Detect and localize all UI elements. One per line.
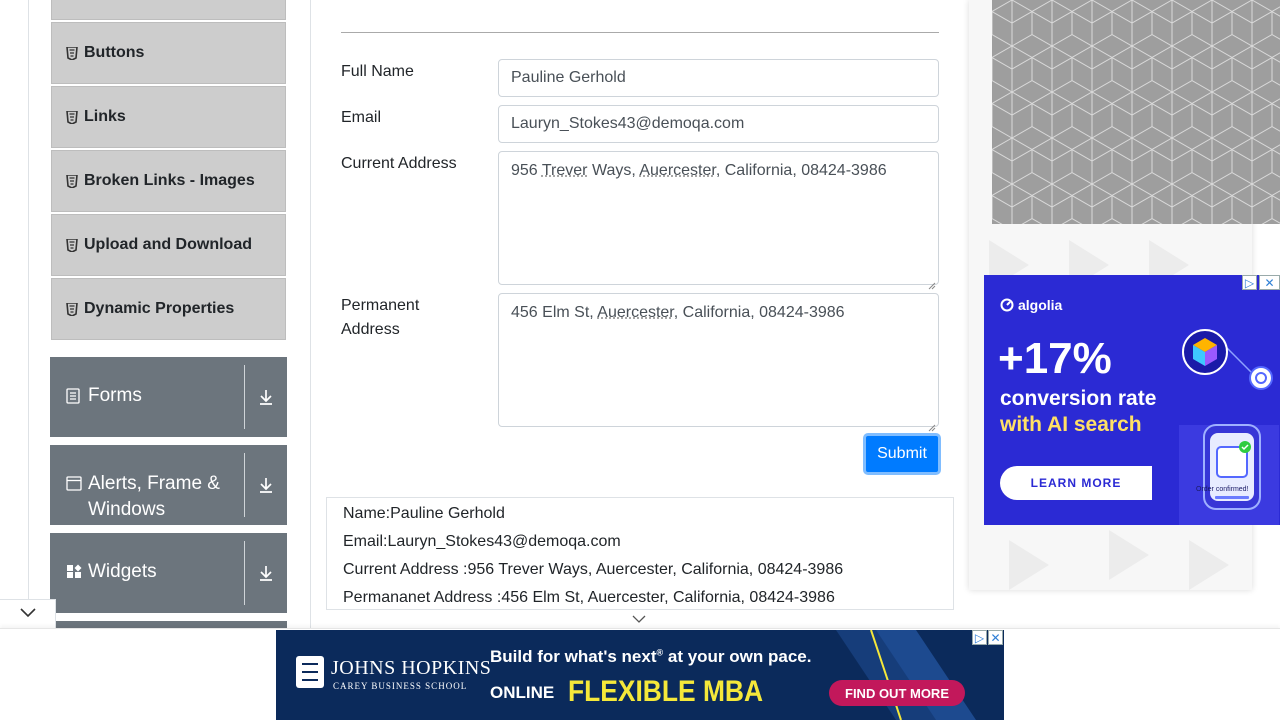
close-ad-icon[interactable]: ✕ [988, 630, 1003, 645]
current-address-textarea[interactable]: 956 Trever Ways, Auercester, California,… [498, 151, 939, 290]
html5-icon [66, 46, 78, 60]
output-panel: Name:Pauline Gerhold Email:Lauryn_Stokes… [326, 497, 954, 610]
sidebar-item-label: Broken Links - Images [84, 172, 255, 189]
pattern-ad-image[interactable] [992, 0, 1280, 224]
output-name: Name:Pauline Gerhold [343, 505, 505, 522]
sidebar-item-links[interactable]: Links [51, 86, 286, 148]
current-address-label: Current Address [341, 155, 457, 172]
sidebar-item-label: Buttons [84, 44, 145, 61]
ad-headline-big: +17% [998, 334, 1112, 383]
html5-icon [66, 174, 78, 188]
jhu-online: ONLINE [490, 683, 555, 702]
sidebar-item-dynamic-properties[interactable]: Dynamic Properties [51, 278, 286, 340]
jhu-brand: JOHNS HOPKINS [331, 657, 492, 679]
page: Buttons Links Broken Links - Images Uplo… [0, 0, 1280, 720]
sidebar-item-label: Dynamic Properties [84, 300, 235, 317]
group-label: Alerts, Frame & [88, 473, 220, 494]
sidebar-group-alerts[interactable]: Alerts, Frame & Windows [50, 445, 287, 525]
sidebar: Buttons Links Broken Links - Images Uplo… [29, 0, 311, 720]
email-label: Email [341, 109, 382, 126]
chevron-down-icon [632, 610, 646, 628]
window-icon [66, 476, 82, 492]
ad-headline-3: with AI search [1000, 413, 1142, 436]
sidebar-group-forms[interactable]: Forms [50, 357, 287, 437]
group-label: Widgets [88, 561, 157, 582]
download-icon[interactable] [245, 357, 287, 437]
sidebar-item-broken-links[interactable]: Broken Links - Images [51, 150, 286, 212]
download-icon[interactable] [245, 445, 287, 525]
jhu-program: FLEXIBLE MBA [568, 675, 764, 708]
adchoices-icon[interactable]: ▷ [972, 630, 987, 645]
chevron-down-icon [19, 605, 36, 623]
output-current-address: Current Address :956 Trever Ways, Auerce… [343, 561, 844, 578]
algolia-logo: algolia [1000, 297, 1062, 313]
html5-icon [66, 302, 78, 316]
group-label-line2: Windows [88, 499, 166, 520]
html5-icon [66, 110, 78, 124]
sidebar-group-widgets[interactable]: Widgets [50, 533, 287, 613]
full-name-input[interactable]: Pauline Gerhold [498, 59, 939, 97]
sidebar-item-buttons[interactable]: Buttons [51, 22, 286, 84]
jhu-ad[interactable]: ▷ ✕ JOHNS HOPKINS CAREY BUSINESS SCHOOL … [276, 630, 1004, 720]
adchoices-icon[interactable]: ▷ [1242, 275, 1257, 290]
expand-ad-button[interactable] [0, 599, 56, 629]
document-icon [66, 388, 82, 404]
full-name-label: Full Name [341, 63, 414, 80]
group-label: Forms [88, 385, 142, 406]
permanent-address-label: Permanent Address [341, 297, 420, 338]
html5-icon [66, 238, 78, 252]
download-icon[interactable] [245, 533, 287, 613]
algolia-ad[interactable]: ▷ ✕ algolia +17% conversion rate with AI… [984, 275, 1280, 525]
output-permanent-address: Permananet Address :456 Elm St, Auercest… [343, 589, 835, 606]
resize-handle[interactable] [928, 274, 936, 290]
learn-more-button[interactable]: LEARN MORE [1000, 466, 1152, 500]
resize-handle[interactable] [928, 416, 936, 432]
collapse-ad-button[interactable] [628, 612, 650, 626]
divider [341, 32, 939, 33]
order-confirmed-caption: Order confirmed! [1196, 486, 1249, 493]
close-ad-icon[interactable]: ✕ [1259, 275, 1280, 290]
jhu-school: CAREY BUSINESS SCHOOL [333, 681, 468, 691]
ad-headline-2: conversion rate [1000, 387, 1157, 410]
sidebar-item-partial[interactable] [51, 0, 286, 20]
widgets-icon [66, 564, 82, 580]
email-input[interactable]: Lauryn_Stokes43@demoqa.com [498, 105, 939, 143]
find-out-more-button[interactable]: FIND OUT MORE [829, 680, 965, 706]
sidebar-item-upload-download[interactable]: Upload and Download [51, 214, 286, 276]
sidebar-item-label: Links [84, 108, 126, 125]
sidebar-item-label: Upload and Download [84, 236, 252, 253]
permanent-address-textarea[interactable]: 456 Elm St, Auercester, California, 0842… [498, 293, 939, 432]
jhu-tagline: Build for what's next® at your own pace. [490, 647, 812, 666]
submit-button[interactable]: Submit [863, 433, 941, 475]
output-email: Email:Lauryn_Stokes43@demoqa.com [343, 533, 621, 550]
